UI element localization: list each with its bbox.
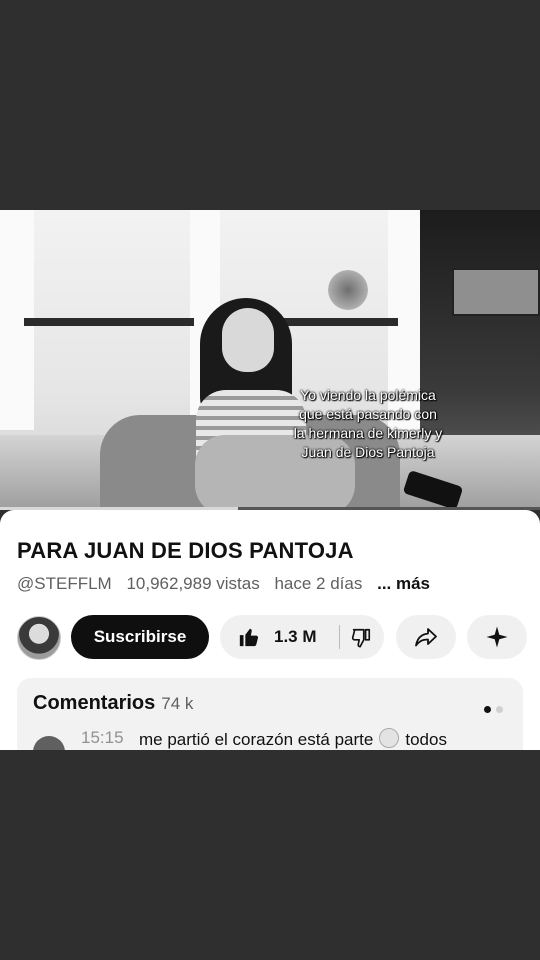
video-metadata[interactable]: @STEFFLM 10,962,989 vistas hace 2 días .… — [17, 574, 440, 594]
pleading-face-emoji-icon — [379, 728, 400, 748]
comment-text-end: todos — [405, 730, 447, 749]
comments-header: Comentarios 74 k — [33, 692, 193, 715]
video-frame-plant — [328, 270, 368, 310]
commenter-avatar — [33, 736, 65, 750]
channel-avatar[interactable] — [17, 616, 61, 660]
video-frame-shelf — [24, 318, 194, 326]
video-title[interactable]: PARA JUAN DE DIOS PANTOJA — [17, 538, 354, 564]
like-count: 1.3 M — [274, 627, 317, 646]
like-divider — [339, 625, 340, 649]
carousel-dot-active — [484, 706, 491, 713]
share-button[interactable] — [396, 615, 456, 659]
remix-button[interactable] — [467, 615, 527, 659]
comment-text-start: me partió el corazón está parte — [139, 730, 374, 749]
comments-card[interactable]: Comentarios 74 k 15:15 me partió el coraz… — [17, 678, 523, 750]
share-icon — [415, 628, 437, 647]
more-link[interactable]: ... más — [377, 574, 430, 593]
thumbs-down-icon[interactable] — [350, 627, 372, 649]
video-info-panel: PARA JUAN DE DIOS PANTOJA @STEFFLM 10,96… — [0, 510, 540, 750]
comment-timestamp[interactable]: 15:15 — [81, 728, 124, 748]
video-frame-person-face — [222, 308, 274, 372]
carousel-dot — [496, 706, 503, 713]
like-dislike-pill: 1.3 M — [220, 615, 384, 659]
carousel-dots — [479, 700, 503, 718]
video-frame-window — [452, 268, 540, 316]
channel-handle[interactable]: @STEFFLM — [17, 574, 112, 593]
view-count: 10,962,989 vistas — [126, 574, 260, 593]
remix-sparkle-icon — [486, 626, 508, 648]
upload-age: hace 2 días — [274, 574, 363, 593]
video-player[interactable]: Yo viendo la polémica que está pasando c… — [0, 210, 540, 510]
comments-count: 74 k — [161, 694, 194, 713]
subscribe-button[interactable]: Suscribirse — [71, 615, 209, 659]
comments-label: Comentarios — [33, 692, 156, 714]
video-caption: Yo viendo la polémica que está pasando c… — [293, 387, 443, 460]
action-bar: Suscribirse 1.3 M — [0, 615, 540, 661]
thumbs-up-icon[interactable] — [238, 626, 260, 648]
comment-preview[interactable]: 15:15 me partió el corazón está parte tod… — [33, 728, 523, 750]
comment-text: me partió el corazón está parte todos — [139, 728, 447, 750]
